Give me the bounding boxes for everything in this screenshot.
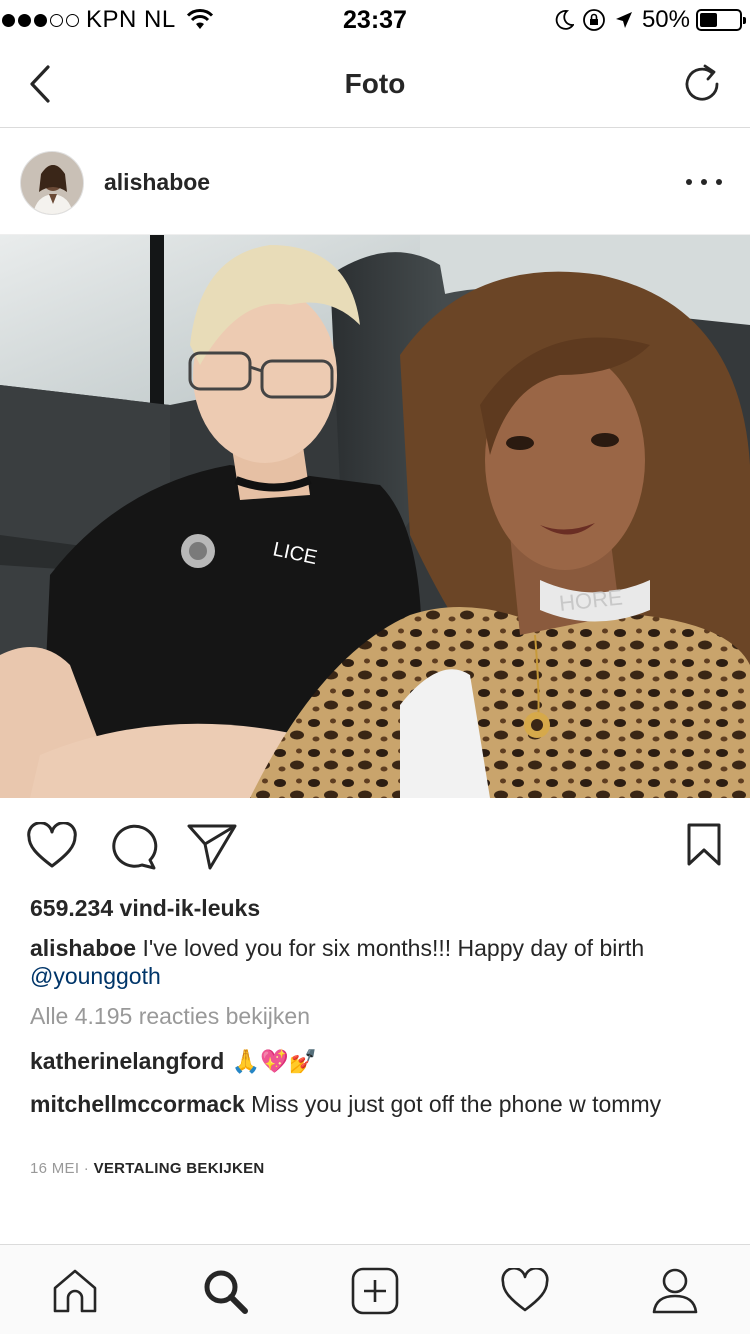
location-arrow-icon — [615, 12, 632, 28]
battery-percentage: 50% — [641, 6, 690, 33]
bottom-tab-bar — [0, 1244, 750, 1334]
status-bar: KPN NL 23:37 50% — [0, 0, 750, 40]
comment-text: 🙏💖💅 — [224, 1049, 318, 1075]
post-caption: alishaboe I've loved you for six months!… — [30, 934, 730, 990]
profile-icon — [652, 1268, 698, 1314]
tab-search[interactable] — [195, 1263, 255, 1319]
like-button[interactable] — [26, 821, 78, 875]
comment-author[interactable]: mitchellmccormack — [30, 1091, 245, 1117]
comment-item: mitchellmccormack Miss you just got off … — [30, 1090, 720, 1118]
heart-icon — [27, 821, 77, 868]
tab-new-post[interactable] — [345, 1263, 405, 1319]
comment-author[interactable]: katherinelangford — [30, 1048, 224, 1074]
bookmark-icon — [687, 823, 721, 866]
post-meta: 16 MEI · VERTALING BEKIJKEN — [30, 1160, 265, 1177]
send-paper-plane-icon — [187, 824, 237, 870]
caption-text: I've loved you for six months!!! Happy d… — [136, 935, 645, 961]
post-actions — [0, 798, 750, 894]
tab-profile[interactable] — [645, 1263, 705, 1319]
post-image: LICE HORE — [0, 235, 750, 798]
refresh-icon — [685, 64, 719, 101]
orientation-lock-icon — [583, 9, 605, 31]
comment-button[interactable] — [106, 822, 158, 875]
navigation-bar: Foto — [0, 40, 750, 128]
more-dot — [716, 179, 722, 185]
do-not-disturb-moon-icon — [555, 10, 574, 30]
search-icon — [204, 1270, 248, 1314]
likes-count[interactable]: 659.234 vind-ik-leuks — [30, 895, 260, 922]
save-bookmark-button[interactable] — [686, 822, 722, 873]
home-icon — [53, 1269, 97, 1313]
page-title: Foto — [344, 68, 406, 99]
profile-picture — [21, 152, 83, 214]
meta-separator: · — [79, 1160, 94, 1177]
more-options-button[interactable] — [686, 167, 722, 197]
refresh-button[interactable] — [682, 62, 722, 106]
view-all-comments-link[interactable]: Alle 4.195 reacties bekijken — [30, 1003, 310, 1030]
post-date: 16 MEI — [30, 1160, 80, 1177]
share-button[interactable] — [186, 822, 238, 875]
more-dot — [701, 179, 707, 185]
tab-home[interactable] — [45, 1263, 105, 1319]
add-post-icon — [351, 1267, 399, 1315]
battery-icon — [696, 9, 746, 31]
post-photo[interactable]: LICE HORE — [0, 235, 750, 798]
more-dot — [686, 179, 692, 185]
comment-text: Miss you just got off the phone w tommy — [244, 1091, 662, 1117]
post-header: alishaboe — [0, 129, 750, 235]
post-username[interactable]: alishaboe — [104, 169, 210, 196]
see-translation-link[interactable]: VERTALING BEKIJKEN — [94, 1160, 265, 1177]
tab-activity[interactable] — [495, 1263, 555, 1319]
caption-mention[interactable]: @younggoth — [30, 963, 161, 989]
activity-heart-icon — [501, 1268, 549, 1312]
comment-bubble-icon — [112, 824, 158, 870]
avatar[interactable] — [20, 151, 84, 215]
caption-author[interactable]: alishaboe — [30, 935, 136, 961]
comment-item: katherinelangford 🙏💖💅 — [30, 1047, 720, 1076]
